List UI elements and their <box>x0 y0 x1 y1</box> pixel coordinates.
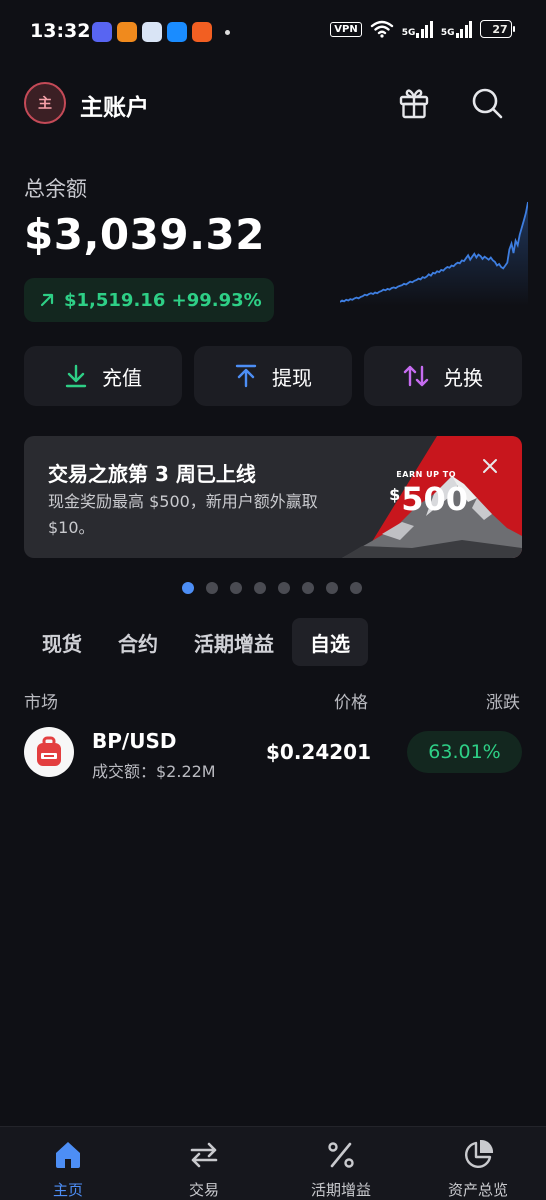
arrow-up-right-icon <box>40 293 54 307</box>
balance-label: 总余额 <box>24 177 87 201</box>
tab-futures[interactable]: 合约 <box>100 618 176 666</box>
wifi-icon <box>370 20 393 38</box>
pair-volume: 成交额：$2.22M <box>92 762 216 781</box>
gift-icon[interactable] <box>394 83 434 123</box>
banner-title: 交易之旅第 3 周已上线 <box>48 462 256 486</box>
home-icon <box>56 1142 80 1168</box>
nav-home[interactable]: 主页 <box>13 1137 123 1200</box>
carousel-dot[interactable] <box>254 582 266 594</box>
pair-price: $0.24201 <box>266 740 372 764</box>
close-icon[interactable] <box>480 456 500 476</box>
more-notifications-icon <box>225 29 230 35</box>
pnl-badge: $1,519.16 +99.93% <box>24 278 274 322</box>
carousel-dot[interactable] <box>206 582 218 594</box>
notification-icons <box>92 22 230 42</box>
status-bar: 13:32 VPN 5G 5G 27 <box>0 0 546 64</box>
account-name[interactable]: 主账户 <box>80 88 149 122</box>
pnl-value: $1,519.16 +99.93% <box>64 289 262 311</box>
exchange-arrows-icon <box>190 1142 218 1168</box>
video-app-icon <box>117 22 137 42</box>
market-tabs: 现货 合约 活期增益 自选 <box>24 618 368 666</box>
tab-earn[interactable]: 活期增益 <box>176 618 292 666</box>
status-time: 13:32 <box>30 20 91 42</box>
carousel-dot[interactable] <box>302 582 314 594</box>
e-app-icon <box>167 22 187 42</box>
nav-trade[interactable]: 交易 <box>149 1137 259 1200</box>
bottom-nav: 主页 交易 活期增益 资产总览 <box>0 1126 546 1200</box>
percent-icon <box>328 1142 354 1168</box>
banner-subtitle: 现金奖励最高 $500，新用户额外赢取 $10。 <box>48 492 318 537</box>
balance-sparkline <box>340 201 528 306</box>
balance-value: $3,039.32 <box>24 210 265 259</box>
carousel-dot[interactable] <box>182 582 194 594</box>
signal-2-icon: 5G <box>441 20 472 38</box>
carousel-dot[interactable] <box>278 582 290 594</box>
tab-spot[interactable]: 现货 <box>24 618 100 666</box>
convert-button[interactable]: 兑换 <box>364 346 522 406</box>
pair-change-badge[interactable]: 63.01% <box>407 731 522 773</box>
carousel-dot[interactable] <box>350 582 362 594</box>
swap-icon <box>403 365 429 387</box>
earn-amount: $500 <box>389 480 468 518</box>
carousel-dot[interactable] <box>230 582 242 594</box>
deposit-button[interactable]: 充值 <box>24 346 182 406</box>
column-header-market[interactable]: 市场 <box>24 688 58 713</box>
discord-icon <box>92 22 112 42</box>
carousel-dot[interactable] <box>326 582 338 594</box>
search-icon[interactable] <box>467 83 507 123</box>
sparkline-area <box>340 202 528 306</box>
download-icon <box>65 364 87 388</box>
nav-assets[interactable]: 资产总览 <box>423 1137 533 1200</box>
tab-favorites[interactable]: 自选 <box>292 618 368 666</box>
nav-earn[interactable]: 活期增益 <box>286 1137 396 1200</box>
backpack-icon <box>24 727 74 777</box>
signal-1-icon: 5G <box>402 20 433 38</box>
earn-up-to-text: EARN UP TO <box>396 470 456 479</box>
column-header-change[interactable]: 涨跌 <box>486 688 520 713</box>
vpn-icon: VPN <box>330 21 362 37</box>
pie-chart-icon <box>465 1139 494 1168</box>
upload-icon <box>235 364 257 388</box>
system-icons: VPN 5G 5G 27 <box>330 20 515 38</box>
withdraw-button[interactable]: 提现 <box>194 346 352 406</box>
game-app-icon <box>192 22 212 42</box>
promo-banner[interactable]: 交易之旅第 3 周已上线 现金奖励最高 $500，新用户额外赢取 $10。 EA… <box>24 436 522 558</box>
carousel-dots <box>182 582 362 594</box>
pair-name: BP/USD <box>92 729 177 753</box>
card-app-icon <box>142 22 162 42</box>
account-avatar[interactable]: 主 <box>24 82 66 124</box>
battery-icon: 27 <box>480 20 515 38</box>
column-header-price[interactable]: 价格 <box>334 688 368 713</box>
